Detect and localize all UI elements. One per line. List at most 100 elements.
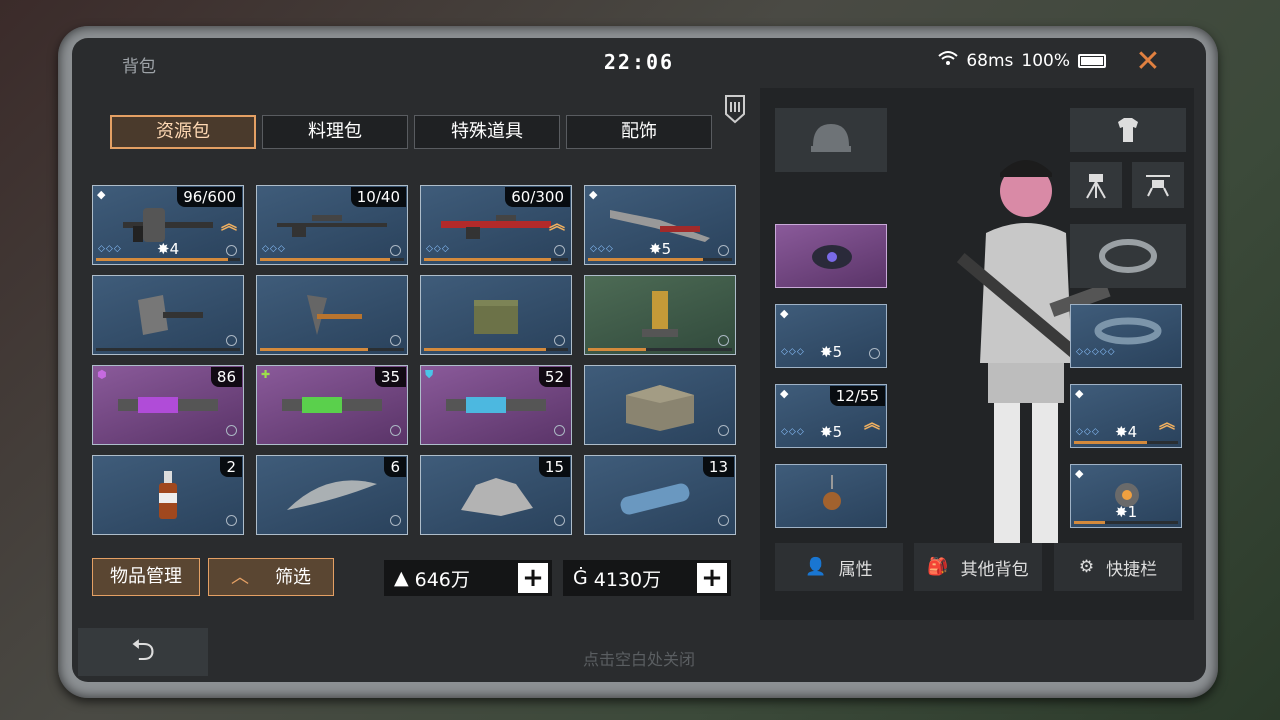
star-level: ✸1: [1115, 503, 1138, 521]
backpack-screen: 背包 22:06 68ms 100% ✕ 资源包 料理包 特殊道具 配饰 ◆ 9…: [72, 38, 1206, 682]
tier-dots: ◇◇◇: [590, 244, 614, 254]
sniper-rifle-icon: [277, 215, 387, 237]
equip-slot-core[interactable]: ◆ ✸1: [1070, 464, 1182, 528]
info-icon: [718, 245, 729, 256]
tower-device-icon: [642, 291, 678, 337]
info-icon: [869, 348, 880, 359]
inventory-slot[interactable]: [420, 275, 572, 355]
tier-dots: ◇◇◇: [426, 244, 450, 254]
other-bags-button[interactable]: 🎒 其他背包: [914, 543, 1042, 591]
upgrade-arrow-icon: ︽: [863, 413, 880, 432]
inventory-slot[interactable]: ⛊ 52: [420, 365, 572, 445]
inventory-slot[interactable]: [584, 275, 736, 355]
inventory-grid: ◆ 96/600 ︽ ◇◇◇ ✸4 10/40 ◇◇◇ 60/300 ︽ ◇◇◇…: [92, 185, 736, 535]
star-count: 5: [832, 343, 843, 361]
item-count: 2: [220, 457, 242, 477]
equip-slot-backpack[interactable]: ◆ 12/55 ︽ ◇◇◇ ✸5: [775, 384, 887, 448]
shortcut-bar-button[interactable]: ⚙ 快捷栏: [1054, 543, 1182, 591]
close-hint: 点击空白处关闭: [582, 650, 695, 669]
tier-dots: ◇◇◇: [781, 427, 805, 437]
tab-resource-pack[interactable]: 资源包: [110, 115, 256, 149]
filter-label: 筛选: [275, 566, 311, 588]
inventory-slot[interactable]: ⬢ 86: [92, 365, 244, 445]
add-resource-button[interactable]: +: [518, 563, 548, 593]
durability-bar: [96, 348, 240, 351]
tab-accessories[interactable]: 配饰: [566, 115, 712, 149]
inventory-slot[interactable]: [256, 275, 408, 355]
attributes-button[interactable]: 👤 属性: [775, 543, 903, 591]
equip-slot-turret[interactable]: [1070, 162, 1122, 208]
item-count: 52: [538, 367, 570, 387]
tab-special-items[interactable]: 特殊道具: [414, 115, 560, 149]
tier-dots: ◇◇◇◇◇: [1076, 347, 1116, 357]
inventory-slot[interactable]: [92, 275, 244, 355]
equip-slot-bracelet[interactable]: ◇◇◇◇◇: [1070, 304, 1182, 368]
equip-slot-gear[interactable]: ◆ ︽ ◇◇◇ ✸4: [1070, 384, 1182, 448]
inventory-slot[interactable]: ◆ ◇◇◇ ✸5: [584, 185, 736, 265]
tab-cooking-pack[interactable]: 料理包: [262, 115, 408, 149]
info-icon: [226, 335, 237, 346]
canister-icon: [620, 483, 690, 515]
info-icon: [226, 245, 237, 256]
diamond-icon: ◆: [589, 188, 598, 201]
star-level: ✸4: [157, 240, 180, 258]
diamond-icon: ◆: [1075, 467, 1084, 480]
close-button[interactable]: ✕: [1130, 44, 1166, 80]
resource-amount-2: 4130万: [593, 568, 662, 591]
drone-icon: [812, 245, 852, 269]
inventory-slot[interactable]: 15: [420, 455, 572, 535]
diamond-icon: ◆: [780, 387, 789, 400]
inventory-actions: 物品管理 ︿ 筛选: [92, 558, 334, 596]
inventory-slot[interactable]: 13: [584, 455, 736, 535]
item-count: 10/40: [350, 187, 406, 207]
upgrade-arrow-icon: ︽: [1158, 413, 1175, 432]
equip-slot-drone-gadget[interactable]: [1132, 162, 1184, 208]
info-icon: [554, 515, 565, 526]
inventory-slot[interactable]: 10/40 ◇◇◇: [256, 185, 408, 265]
purple-injector-icon: [118, 397, 218, 413]
equip-slot-drone[interactable]: [775, 224, 887, 288]
ore-icon: [461, 478, 533, 516]
lock-shield-icon[interactable]: [724, 94, 746, 124]
equip-slot-helmet[interactable]: [775, 108, 887, 172]
add-coin-button[interactable]: +: [697, 563, 727, 593]
green-injector-icon: [282, 397, 382, 413]
info-icon: [718, 515, 729, 526]
star-level: ✸4: [1115, 423, 1138, 441]
backpack-count: 12/55: [829, 386, 885, 406]
item-count: 86: [210, 367, 242, 387]
info-icon: [226, 425, 237, 436]
inventory-slot[interactable]: ✚ 35: [256, 365, 408, 445]
equip-slot-ring[interactable]: [1070, 224, 1186, 288]
battery-percent: 100%: [1021, 50, 1070, 71]
durability-bar: [96, 258, 240, 261]
metal-crate-icon: [626, 385, 694, 431]
equip-slot-outfit[interactable]: [1070, 108, 1186, 152]
upgrade-arrow-icon: ︽: [220, 214, 237, 233]
info-icon: [390, 335, 401, 346]
durability-bar: [1074, 441, 1178, 444]
info-icon: [390, 515, 401, 526]
star-level: ✸5: [820, 343, 843, 361]
tier-dots: ◇◇◇: [781, 347, 805, 357]
durability-bar: [260, 348, 404, 351]
info-icon: [718, 425, 729, 436]
inventory-slot[interactable]: [584, 365, 736, 445]
info-icon: [390, 245, 401, 256]
quadcopter-icon: [1146, 175, 1170, 197]
inventory-slot[interactable]: ◆ 96/600 ︽ ◇◇◇ ✸4: [92, 185, 244, 265]
inventory-slot[interactable]: 60/300 ︽ ◇◇◇: [420, 185, 572, 265]
shirt-icon: [1118, 118, 1138, 142]
shortcut-grid-icon: ⚙: [1078, 557, 1095, 577]
category-tabs: 资源包 料理包 特殊道具 配饰: [110, 115, 712, 149]
equip-slot-pendant[interactable]: [775, 464, 887, 528]
info-icon: [226, 515, 237, 526]
item-count: 6: [384, 457, 406, 477]
star-level: ✸5: [820, 423, 843, 441]
inventory-slot[interactable]: 6: [256, 455, 408, 535]
resource-amount-1: 646万: [414, 568, 470, 591]
equip-slot-armor[interactable]: ◆ ◇◇◇ ✸5: [775, 304, 887, 368]
item-management-button[interactable]: 物品管理: [92, 558, 200, 596]
filter-button[interactable]: ︿ 筛选: [208, 558, 334, 596]
inventory-slot[interactable]: 2: [92, 455, 244, 535]
